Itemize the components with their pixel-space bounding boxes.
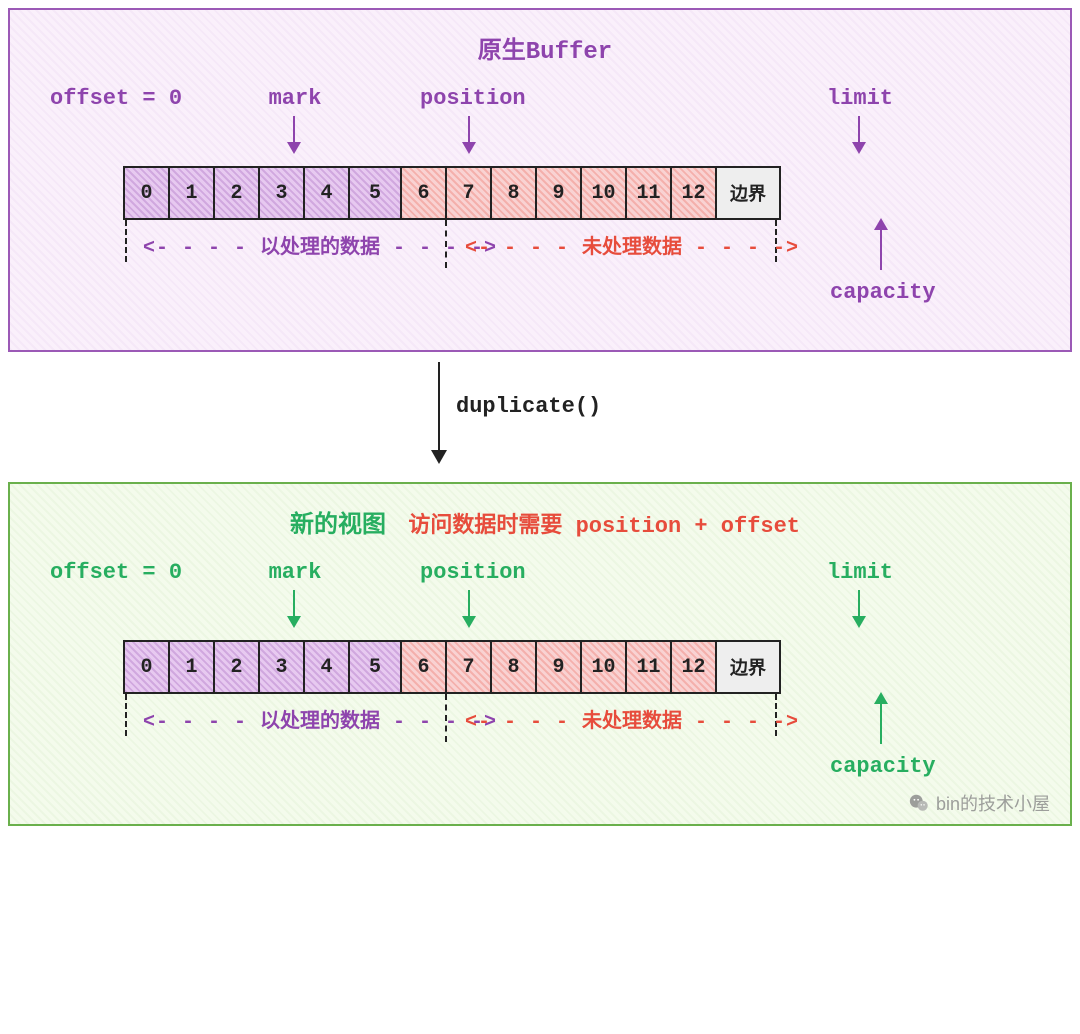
dashed-divider: [125, 694, 127, 736]
bottom-capacity-label: capacity: [830, 754, 936, 779]
buffer-cell: 10: [580, 166, 627, 220]
bottom-bottom-annotations: <- - - - 以处理的数据 - - - -> <- - - - 未处理数据 …: [125, 694, 1040, 794]
bottom-labels-row: offset = 0 mark position limit: [50, 560, 1040, 640]
top-mark-label: mark: [265, 86, 325, 111]
bottom-mark-label: mark: [265, 560, 325, 585]
bottom-title-main: 新的视图: [290, 513, 386, 540]
buffer-cell: 4: [303, 640, 350, 694]
dashed-divider: [125, 220, 127, 262]
buffer-cell: 0: [123, 166, 170, 220]
top-capacity-label: capacity: [830, 280, 936, 305]
buffer-cell: 7: [445, 166, 492, 220]
buffer-cell: 1: [168, 166, 215, 220]
buffer-cell: 0: [123, 640, 170, 694]
buffer-cell: 2: [213, 640, 260, 694]
buffer-cell: 8: [490, 640, 537, 694]
buffer-cell: 5: [348, 166, 402, 220]
buffer-cell: 7: [445, 640, 492, 694]
watermark-text: bin的技术小屋: [936, 790, 1050, 816]
buffer-cell: 6: [400, 166, 447, 220]
buffer-cell: 8: [490, 166, 537, 220]
buffer-cell: 5: [348, 640, 402, 694]
unprocessed-range-label: <- - - - 未处理数据 - - - ->: [465, 230, 765, 260]
original-buffer-panel: 原生Buffer offset = 0 mark position limit …: [8, 8, 1072, 352]
buffer-cell: 12: [670, 640, 717, 694]
arrow-down-icon: [468, 116, 470, 152]
connector-arrow: duplicate(): [8, 362, 1072, 482]
arrow-up-icon: [880, 220, 882, 270]
bottom-limit-label: limit: [825, 560, 895, 585]
new-view-panel: 新的视图 访问数据时需要 position + offset offset = …: [8, 482, 1072, 826]
arrow-down-icon: [858, 116, 860, 152]
top-position-label: position: [420, 86, 520, 111]
buffer-cell: 9: [535, 640, 582, 694]
buffer-boundary-cell: 边界: [715, 166, 781, 220]
unprocessed-range-label: <- - - - 未处理数据 - - - ->: [465, 704, 765, 734]
arrow-down-icon: [293, 590, 295, 626]
buffer-boundary-cell: 边界: [715, 640, 781, 694]
top-labels-row: offset = 0 mark position limit: [50, 86, 1040, 166]
duplicate-label: duplicate(): [456, 394, 601, 419]
top-buffer-cells: 0 1 2 3 4 5 6 7 8 9 10 11 12 边界: [125, 166, 1040, 220]
buffer-cell: 10: [580, 640, 627, 694]
top-offset-label: offset = 0: [50, 86, 182, 111]
bottom-title-sub: 访问数据时需要 position + offset: [408, 514, 800, 539]
buffer-cell: 11: [625, 166, 672, 220]
arrow-down-icon: [858, 590, 860, 626]
arrow-down-icon: [468, 590, 470, 626]
processed-range-label: <- - - - 以处理的数据 - - - ->: [143, 230, 433, 260]
buffer-cell: 9: [535, 166, 582, 220]
buffer-cell: 11: [625, 640, 672, 694]
buffer-cell: 3: [258, 640, 305, 694]
top-bottom-annotations: <- - - - 以处理的数据 - - - -> <- - - - 未处理数据 …: [125, 220, 1040, 320]
buffer-cell: 3: [258, 166, 305, 220]
buffer-cell: 12: [670, 166, 717, 220]
watermark: bin的技术小屋: [908, 790, 1050, 816]
wechat-icon: [908, 792, 930, 814]
bottom-title-row: 新的视图 访问数据时需要 position + offset: [50, 504, 1040, 540]
top-limit-label: limit: [825, 86, 895, 111]
bottom-buffer-cells: 0 1 2 3 4 5 6 7 8 9 10 11 12 边界: [125, 640, 1040, 694]
buffer-cell: 2: [213, 166, 260, 220]
bottom-position-label: position: [420, 560, 520, 585]
buffer-cell: 1: [168, 640, 215, 694]
bottom-offset-label: offset = 0: [50, 560, 182, 585]
buffer-cell: 4: [303, 166, 350, 220]
buffer-cell: 6: [400, 640, 447, 694]
processed-range-label: <- - - - 以处理的数据 - - - ->: [143, 704, 433, 734]
arrow-up-icon: [880, 694, 882, 744]
top-title: 原生Buffer: [50, 30, 1040, 66]
arrow-down-icon: [293, 116, 295, 152]
arrow-down-icon: [438, 362, 440, 462]
